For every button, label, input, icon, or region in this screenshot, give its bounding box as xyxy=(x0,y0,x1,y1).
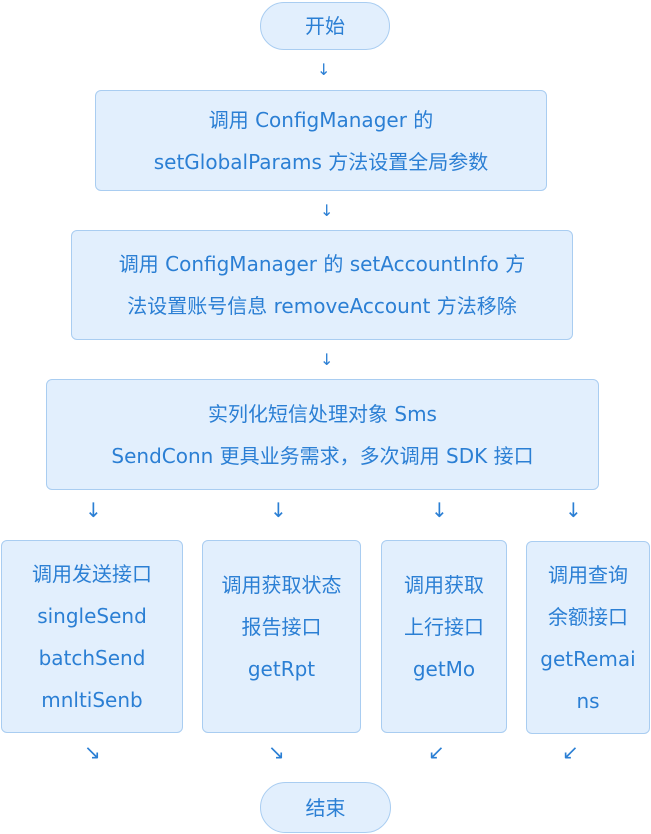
branch-line: 调用发送接口 xyxy=(32,561,152,586)
branch-line: mnltiSenb xyxy=(41,687,143,712)
start-node: 开始 xyxy=(260,2,390,50)
step-line: 调用 ConfigManager 的 setAccountInfo 方 xyxy=(118,252,526,276)
step-set-account-info: 调用 ConfigManager 的 setAccountInfo 方 法设置账… xyxy=(71,230,573,340)
step-line: 法设置账号信息 removeAccount 方法移除 xyxy=(127,294,517,318)
branch-send: 调用发送接口 singleSend batchSend mnltiSenb xyxy=(1,540,183,733)
step-line: setGlobalParams 方法设置全局参数 xyxy=(153,149,489,174)
branch-line: batchSend xyxy=(38,645,146,670)
step-set-global-params: 调用 ConfigManager 的 setGlobalParams 方法设置全… xyxy=(95,90,547,191)
arrow-down-right-icon: ↘ xyxy=(268,740,285,764)
branch-line: 调用获取 xyxy=(404,573,484,597)
branch-line: 调用查询 xyxy=(548,562,628,587)
start-label: 开始 xyxy=(305,14,345,38)
arrow-down-icon: ↓ xyxy=(431,498,448,522)
arrow-down-right-icon: ↘ xyxy=(84,740,101,764)
branch-line: 调用获取状态 xyxy=(221,573,342,597)
branch-line: getMo xyxy=(412,657,476,681)
branch-line: 上行接口 xyxy=(404,615,484,639)
arrow-down-icon: ↓ xyxy=(270,498,287,522)
arrow-down-icon: ↓ xyxy=(565,498,582,522)
branch-get-remains: 调用查询 余额接口 getRemai ns xyxy=(526,541,650,734)
end-label: 结束 xyxy=(305,795,346,820)
branch-line: getRemai xyxy=(540,646,636,671)
branch-line: singleSend xyxy=(37,603,147,628)
arrow-down-icon: ↓ xyxy=(317,60,331,79)
step-line: 实列化短信处理对象 Sms xyxy=(208,401,437,426)
arrow-down-left-icon: ↙ xyxy=(562,740,579,764)
arrow-down-icon: ↓ xyxy=(85,498,102,522)
branch-get-report: 调用获取状态 报告接口 getRpt xyxy=(202,540,361,733)
step-instantiate-sms: 实列化短信处理对象 Sms SendConn 更具业务需求，多次调用 SDK 接… xyxy=(46,379,599,490)
branch-line: ns xyxy=(576,688,600,713)
arrow-down-icon: ↓ xyxy=(320,201,334,220)
end-node: 结束 xyxy=(260,782,391,833)
branch-get-mo: 调用获取 上行接口 getMo xyxy=(381,540,507,733)
branch-line: 报告接口 xyxy=(241,615,322,639)
step-line: 调用 ConfigManager 的 xyxy=(208,107,434,132)
branch-line: getRpt xyxy=(247,657,316,681)
arrow-down-left-icon: ↙ xyxy=(428,740,445,764)
branch-line: 余额接口 xyxy=(548,604,628,629)
step-line: SendConn 更具业务需求，多次调用 SDK 接口 xyxy=(111,443,534,468)
arrow-down-icon: ↓ xyxy=(320,350,334,369)
